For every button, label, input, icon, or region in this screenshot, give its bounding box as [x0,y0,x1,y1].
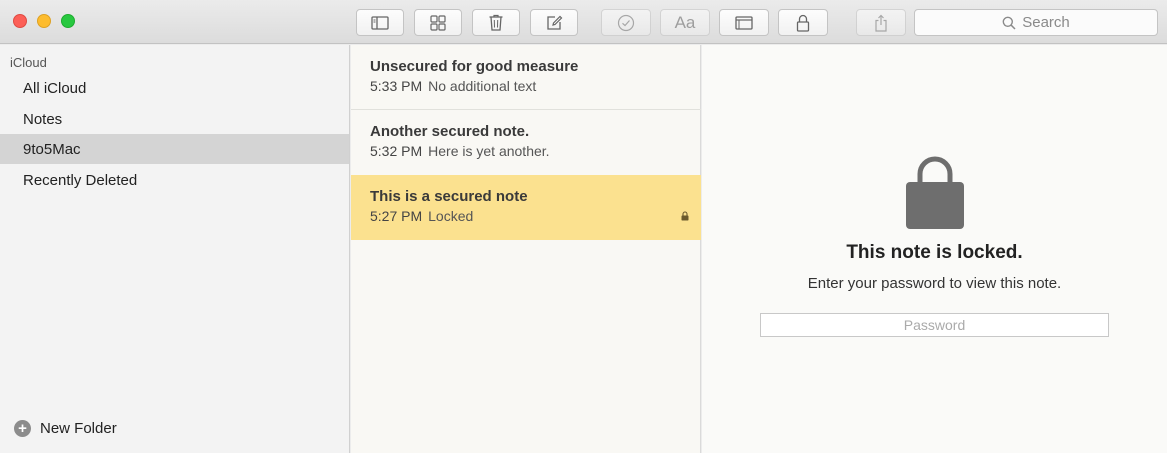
close-window-button[interactable] [13,14,27,28]
sidebar-item-all-icloud[interactable]: All iCloud [0,73,349,103]
note-time: 5:27 PM [370,208,423,224]
account-header: iCloud [10,55,47,70]
zoom-window-button[interactable] [61,14,75,28]
note-time: 5:33 PM [370,78,423,94]
format-button[interactable]: Aa [660,9,710,36]
toggle-sidebar-button[interactable] [356,9,404,36]
new-note-button[interactable] [530,9,578,36]
text-format-icon: Aa [674,12,696,32]
plus-circle-icon: + [14,420,31,437]
delete-note-button[interactable] [472,9,520,36]
note-preview: Here is yet another. [428,143,550,159]
toolbar: Aa Search [0,0,1167,44]
sidebar-item-9to5mac[interactable]: 9to5Mac [0,134,349,164]
attachments-button[interactable] [414,9,462,36]
sidebar-toggle-icon [371,15,389,30]
checklist-icon [617,14,635,31]
note-meta: 5:27 PM Locked [370,208,701,224]
note-detail-pane: This note is locked. Enter your password… [702,45,1167,453]
notes-list: Unsecured for good measure 5:33 PM No add… [351,45,701,453]
small-lock-icon [681,211,689,221]
sidebar-item-label: 9to5Mac [23,140,81,158]
note-title: This is a secured note [370,188,528,205]
new-folder-button[interactable]: + New Folder [14,420,117,437]
search-icon [1002,16,1016,30]
locked-note-title: This note is locked. [846,242,1023,263]
share-icon [875,14,887,32]
note-title: Unsecured for good measure [370,58,579,75]
note-meta: 5:33 PM No additional text [370,78,701,94]
password-input[interactable] [760,313,1109,337]
note-list-item-selected[interactable]: This is a secured note 5:27 PM Locked [351,175,701,240]
note-time: 5:32 PM [370,143,423,159]
checklist-button[interactable] [601,9,651,36]
sidebar-item-notes[interactable]: Notes [0,104,349,134]
note-preview: No additional text [428,78,537,94]
note-preview: Locked [428,208,474,224]
note-list-item[interactable]: Unsecured for good measure 5:33 PM No add… [351,45,701,110]
sidebar-item-recently-deleted[interactable]: Recently Deleted [0,165,349,195]
minimize-window-button[interactable] [37,14,51,28]
search-placeholder: Search [1022,14,1070,31]
locked-note-instructions: Enter your password to view this note. [807,275,1062,292]
attachments-grid-icon [430,14,446,31]
trash-icon [489,14,503,31]
sidebar-item-label: All iCloud [23,79,87,97]
note-title: Another secured note. [370,123,530,140]
sidebar-item-label: Notes [23,110,63,128]
window-button[interactable] [719,9,769,36]
compose-icon [546,15,562,30]
notes-window: Aa Search iCloud All iCloud Notes 9to5Ma… [0,0,1167,453]
share-button[interactable] [856,9,906,36]
window-icon [735,15,753,30]
search-field[interactable]: Search [914,9,1158,36]
lock-icon [796,14,810,32]
lock-note-button[interactable] [778,9,828,36]
note-meta: 5:32 PM Here is yet another. [370,143,701,159]
folders-sidebar: iCloud All iCloud Notes 9to5Mac Recently… [0,45,350,453]
new-folder-label: New Folder [40,420,117,437]
note-list-item[interactable]: Another secured note. 5:32 PM Here is yet… [351,110,701,175]
sidebar-item-label: Recently Deleted [23,171,138,189]
large-lock-icon [906,156,964,229]
